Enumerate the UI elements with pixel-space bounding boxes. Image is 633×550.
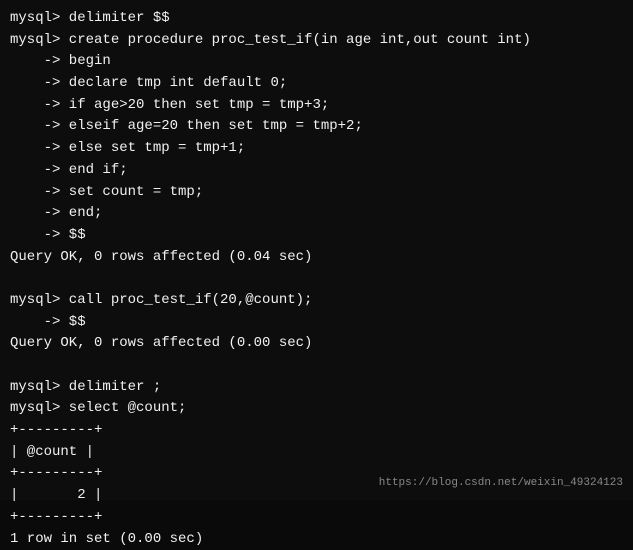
terminal-line: +---------+ — [10, 507, 623, 529]
terminal-line: Query OK, 0 rows affected (0.00 sec) — [10, 333, 623, 355]
empty-line — [10, 268, 623, 290]
terminal-line: -> if age>20 then set tmp = tmp+3; — [10, 95, 623, 117]
terminal-line: -> end; — [10, 203, 623, 225]
terminal-line: mysql> delimiter ; — [10, 377, 623, 399]
terminal-line: -> $$ — [10, 312, 623, 334]
terminal-line: -> begin — [10, 51, 623, 73]
terminal-line: | @count | — [10, 442, 623, 464]
terminal-line: 1 row in set (0.00 sec) — [10, 529, 623, 550]
terminal-line: Query OK, 0 rows affected (0.04 sec) — [10, 247, 623, 269]
watermark: https://blog.csdn.net/weixin_49324123 — [379, 475, 623, 492]
terminal-line: -> end if; — [10, 160, 623, 182]
terminal-line: +---------+ — [10, 420, 623, 442]
terminal: mysql> delimiter $$mysql> create procedu… — [0, 0, 633, 500]
terminal-line: -> declare tmp int default 0; — [10, 73, 623, 95]
terminal-line: mysql> select @count; — [10, 398, 623, 420]
terminal-line: -> $$ — [10, 225, 623, 247]
terminal-line: -> elseif age=20 then set tmp = tmp+2; — [10, 116, 623, 138]
terminal-line: -> else set tmp = tmp+1; — [10, 138, 623, 160]
terminal-line: mysql> create procedure proc_test_if(in … — [10, 30, 623, 52]
terminal-line: mysql> call proc_test_if(20,@count); — [10, 290, 623, 312]
empty-line — [10, 355, 623, 377]
terminal-line: mysql> delimiter $$ — [10, 8, 623, 30]
terminal-line: -> set count = tmp; — [10, 182, 623, 204]
